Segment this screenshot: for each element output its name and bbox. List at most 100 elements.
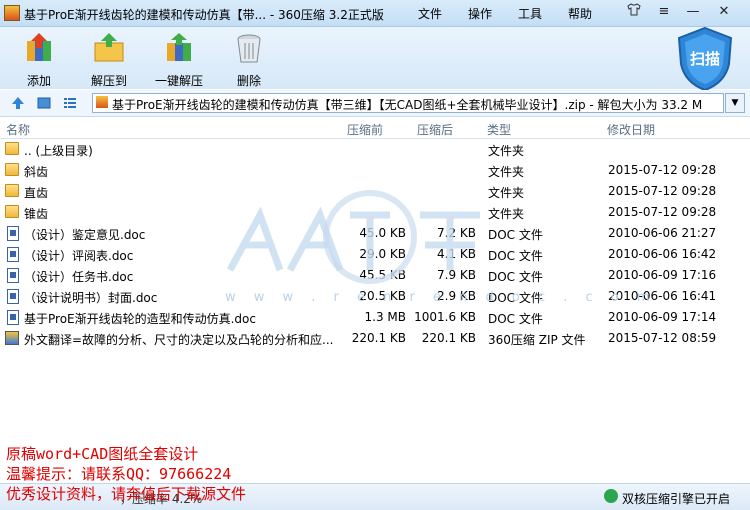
file-name: （设计）鉴定意见.doc (24, 228, 146, 242)
list-view-icon[interactable] (62, 95, 78, 111)
menu-help[interactable]: 帮助 (568, 5, 592, 22)
scan-label: 扫描 (689, 50, 720, 68)
file-type: 文件夹 (488, 144, 525, 158)
overlay-line-1: 原稿word+CAD图纸全套设计 (6, 445, 199, 463)
column-name[interactable]: 名称 (6, 121, 30, 138)
list-item[interactable]: 基于ProE渐开线齿轮的造型和传动仿真.doc 1.3 MB 1001.6 KB… (0, 307, 750, 328)
trash-icon (237, 34, 261, 63)
extract-to-label: 解压到 (90, 74, 127, 88)
one-click-extract-label: 一键解压 (154, 74, 203, 88)
file-name: 外文翻译=故障的分析、尺寸的决定以及凸轮的分析和应... (24, 333, 334, 347)
file-date: 2015-07-12 08:59 (608, 331, 717, 345)
list-item[interactable]: 直齿 文件夹 2015-07-12 09:28 (0, 181, 750, 202)
engine-status-icon (604, 489, 618, 503)
add-label: 添加 (26, 74, 51, 88)
list-item[interactable]: （设计）评阅表.doc 29.0 KB 4.1 KB DOC 文件 2010-0… (0, 244, 750, 265)
column-header: 名称 压缩前 压缩后 类型 修改日期 (0, 118, 750, 139)
doc-icon (7, 226, 19, 241)
file-date: 2010-06-09 17:16 (608, 268, 717, 282)
title-bar: 基于ProE渐开线齿轮的建模和传动仿真【带... - 360压缩 3.2正式版 … (0, 0, 750, 27)
list-item[interactable]: （设计）任务书.doc 45.5 KB 7.9 KB DOC 文件 2010-0… (0, 265, 750, 286)
file-size: 45.0 KB (359, 226, 406, 240)
column-packed[interactable]: 压缩后 (417, 121, 453, 138)
file-size: 45.5 KB (359, 268, 406, 282)
file-date: 2010-06-06 16:42 (608, 247, 717, 261)
file-type: 文件夹 (488, 207, 525, 221)
file-name: .. (上级目录) (24, 144, 93, 158)
address-text: 基于ProE渐开线齿轮的建模和传动仿真【带三维】【无CAD图纸+全套机械毕业设计… (112, 98, 703, 112)
file-packed: 7.2 KB (437, 226, 476, 240)
menu-tools[interactable]: 工具 (518, 5, 542, 22)
engine-status: 双核压缩引擎已开启 (622, 492, 731, 506)
archive-icon (96, 96, 108, 108)
list-item[interactable]: 斜齿 文件夹 2015-07-12 09:28 (0, 160, 750, 181)
file-size: 220.1 KB (351, 331, 406, 345)
file-name: 斜齿 (24, 165, 49, 179)
column-type[interactable]: 类型 (487, 121, 511, 138)
close-icon[interactable]: ✕ (712, 3, 736, 21)
file-date: 2010-06-06 21:27 (608, 226, 717, 240)
large-icon-view-icon[interactable] (36, 95, 52, 111)
file-list: .. (上级目录) 文件夹 斜齿 文件夹 2015-07-12 09:28 直齿… (0, 139, 750, 349)
file-packed: 4.1 KB (437, 247, 476, 261)
doc-icon (7, 247, 19, 262)
delete-button[interactable]: 删除 (214, 31, 284, 89)
file-date: 2015-07-12 09:28 (608, 205, 717, 219)
up-arrow-icon[interactable] (10, 95, 26, 111)
file-name: 直齿 (24, 186, 49, 200)
menu-operate[interactable]: 操作 (468, 5, 492, 22)
overlay-line-2: 温馨提示：请联系QQ：97666224 (6, 465, 232, 483)
scan-button[interactable]: 扫描 (676, 26, 734, 92)
file-type: 文件夹 (488, 165, 525, 179)
overlay-line-3: 优秀设计资料，请奔值后下载源文件 (6, 485, 247, 503)
add-archive-icon (27, 33, 51, 61)
file-date: 2015-07-12 09:28 (608, 163, 717, 177)
minimize-icon[interactable]: — (681, 3, 705, 21)
delete-label: 删除 (236, 74, 261, 88)
column-date[interactable]: 修改日期 (607, 121, 655, 138)
address-bar: 基于ProE渐开线齿轮的建模和传动仿真【带三维】【无CAD图纸+全套机械毕业设计… (0, 90, 750, 117)
column-size[interactable]: 压缩前 (347, 121, 383, 138)
file-type: DOC 文件 (488, 249, 543, 263)
doc-icon (7, 268, 19, 283)
file-name: 基于ProE渐开线齿轮的造型和传动仿真.doc (24, 312, 256, 326)
folder-icon (5, 163, 19, 176)
zip-icon (5, 331, 19, 345)
toolbar: 添加 解压到 一键解压 删除 (0, 27, 750, 89)
extract-to-button[interactable]: 解压到 (74, 31, 144, 89)
file-name: （设计）任务书.doc (24, 270, 134, 284)
folder-icon (5, 205, 19, 218)
file-date: 2015-07-12 09:28 (608, 184, 717, 198)
menu-file[interactable]: 文件 (418, 5, 442, 22)
folder-icon (5, 184, 19, 197)
file-type: DOC 文件 (488, 228, 543, 242)
watermark-text: w w w . r e n r e n d o c . c o m (225, 290, 657, 305)
folder-icon (5, 142, 19, 155)
doc-icon (7, 310, 19, 325)
doc-icon (7, 289, 19, 304)
file-size: 1.3 MB (364, 310, 406, 324)
shirt-icon[interactable] (622, 3, 646, 21)
file-size: 29.0 KB (359, 247, 406, 261)
file-name: （设计）评阅表.doc (24, 249, 134, 263)
file-type: DOC 文件 (488, 312, 543, 326)
app-icon (4, 5, 20, 21)
window-title: 基于ProE渐开线齿轮的建模和传动仿真【带... - 360压缩 3.2正式版 (24, 8, 384, 22)
file-type: 360压缩 ZIP 文件 (488, 333, 586, 347)
address-field[interactable]: 基于ProE渐开线齿轮的建模和传动仿真【带三维】【无CAD图纸+全套机械毕业设计… (92, 93, 724, 113)
file-name: 锥齿 (24, 207, 49, 221)
file-name: （设计说明书）封面.doc (24, 291, 158, 305)
add-button[interactable]: 添加 (4, 31, 74, 89)
list-item[interactable]: .. (上级目录) 文件夹 (0, 139, 750, 160)
file-type: 文件夹 (488, 186, 525, 200)
one-click-extract-button[interactable]: 一键解压 (144, 31, 214, 89)
chevron-down-icon[interactable]: ▼ (725, 93, 745, 113)
file-date: 2010-06-09 17:14 (608, 310, 717, 324)
list-item[interactable]: （设计）鉴定意见.doc 45.0 KB 7.2 KB DOC 文件 2010-… (0, 223, 750, 244)
menu-lines-icon[interactable]: ≡ (652, 3, 676, 21)
file-packed: 1001.6 KB (414, 310, 476, 324)
list-item[interactable]: 锥齿 文件夹 2015-07-12 09:28 (0, 202, 750, 223)
file-packed: 7.9 KB (437, 268, 476, 282)
list-item[interactable]: 外文翻译=故障的分析、尺寸的决定以及凸轮的分析和应... 220.1 KB 22… (0, 328, 750, 349)
one-click-extract-icon (167, 33, 191, 61)
